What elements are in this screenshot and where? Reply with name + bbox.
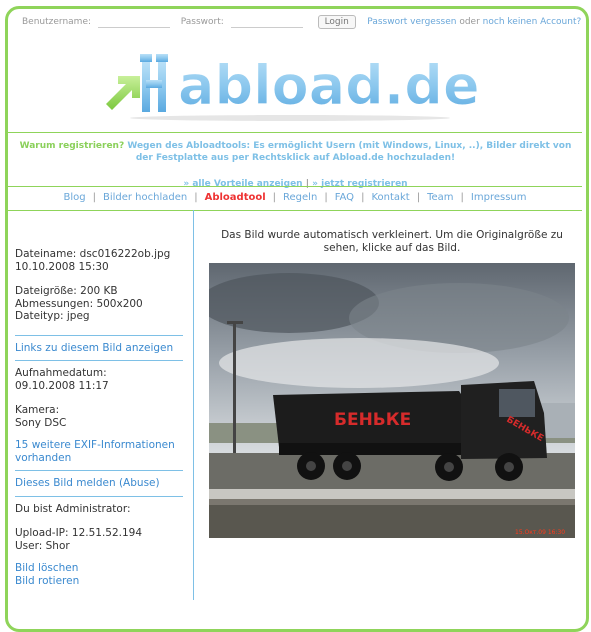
file-size: Dateigröße: 200 KB [15, 285, 118, 297]
file-name: Dateiname: dsc016222ob.jpg [15, 248, 171, 260]
report-abuse-link[interactable]: Dieses Bild melden (Abuse) [15, 477, 185, 490]
file-date: 10.10.2008 15:30 [15, 260, 109, 273]
show-links-link[interactable]: Links zu diesem Bild anzeigen [15, 342, 185, 355]
upload-ip: Upload-IP: 12.51.52.194 [15, 527, 143, 539]
nav-faq[interactable]: FAQ [328, 192, 361, 203]
nav-contact[interactable]: Kontakt [364, 192, 416, 203]
nav-bottom-divider [8, 210, 582, 211]
file-type: Dateityp: jpeg [15, 310, 90, 322]
file-info-sidebar: Dateiname: dsc016222ob.jpg 10.10.2008 15… [15, 248, 185, 587]
header-divider [8, 132, 582, 133]
register-now-link[interactable]: » jetzt registrieren [312, 179, 407, 189]
upload-user: User: Shor [15, 539, 70, 552]
nav-imprint[interactable]: Impressum [464, 192, 534, 203]
delete-image-link[interactable]: Bild löschen [15, 558, 185, 575]
sidebar-divider [15, 470, 183, 471]
column-divider [193, 210, 194, 600]
forgot-password-link[interactable]: Passwort vergessen [367, 17, 456, 27]
uploaded-photo[interactable]: БЕНЬКЕ БЕНЬКЕ 15.Окт.09 16:30 [209, 263, 575, 538]
camera-value: Sony DSC [15, 416, 67, 429]
main-nav: Blog | Bilder hochladen | Abloadtool | Regeln |… [8, 192, 582, 203]
camera-label: Kamera: [15, 404, 60, 416]
promo-box: Warum registrieren? Wegen des Abloadtool… [18, 140, 573, 190]
promo-link-separator: | [305, 179, 310, 189]
nav-top-divider [8, 186, 582, 187]
register-link[interactable]: noch keinen Account? [483, 17, 582, 27]
logo-text: abload.de [178, 54, 480, 117]
sidebar-divider [15, 360, 183, 361]
truck-text: БЕНЬКЕ [334, 410, 411, 430]
admin-label: Du bist Administrator: [15, 502, 131, 515]
sidebar-divider [15, 495, 183, 497]
capture-label: Aufnahmedatum: [15, 367, 107, 379]
rotate-image-link[interactable]: Bild rotieren [15, 575, 185, 588]
photo-timestamp: 15.Окт.09 16:30 [515, 529, 565, 536]
login-bar: Benutzername: Passwort: Login Passwort v… [22, 15, 581, 29]
nav-rules[interactable]: Regeln [276, 192, 324, 203]
username-input[interactable] [97, 15, 170, 28]
resize-notice: Das Bild wurde automatisch verkleinert. … [221, 229, 563, 254]
or-text: oder [459, 17, 480, 27]
exif-link[interactable]: 15 weitere EXIF-Informationen vorhanden [15, 435, 185, 464]
nav-blog[interactable]: Blog [56, 192, 92, 203]
username-label: Benutzername: [22, 17, 92, 27]
password-label: Passwort: [180, 17, 224, 27]
nav-abloadtool[interactable]: Abloadtool [198, 192, 273, 203]
promo-question: Warum registrieren? [19, 141, 125, 151]
promo-text: Wegen des Abloadtools: Es ermöglicht Use… [127, 141, 572, 163]
nav-upload[interactable]: Bilder hochladen [96, 192, 194, 203]
nav-team[interactable]: Team [420, 192, 460, 203]
advantages-link[interactable]: » alle Vorteile anzeigen [183, 179, 302, 189]
file-dimensions: Abmessungen: 500x200 [15, 297, 143, 310]
password-input[interactable] [230, 15, 303, 28]
login-button[interactable]: Login [317, 15, 356, 29]
capture-date: 09.10.2008 11:17 [15, 379, 109, 392]
sidebar-divider [15, 334, 183, 336]
abload-logo[interactable]: abload.de [100, 42, 480, 122]
